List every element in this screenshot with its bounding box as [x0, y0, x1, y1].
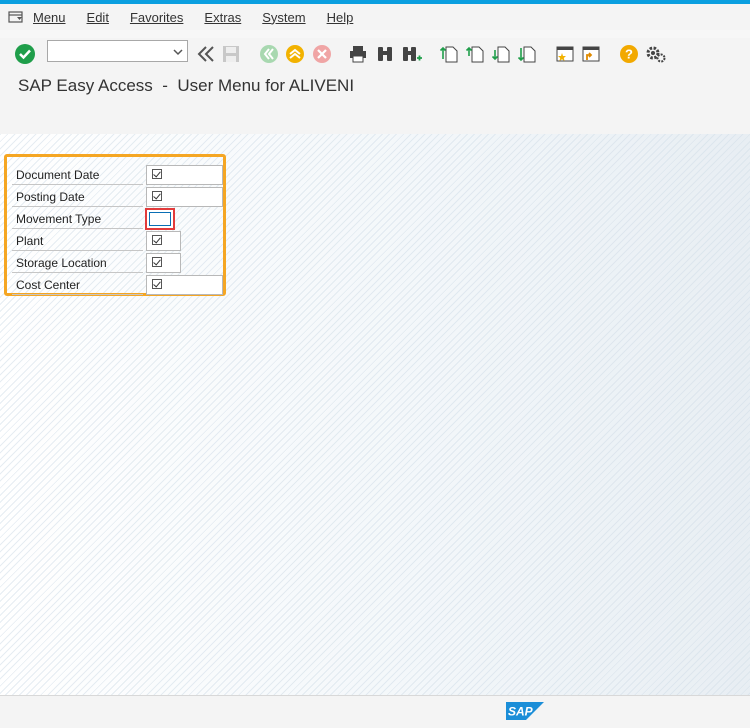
- focus-frame: [149, 212, 171, 226]
- field-label: Posting Date: [12, 187, 143, 207]
- cancel-icon[interactable]: [312, 42, 332, 66]
- menu-item-extras[interactable]: Extras: [204, 10, 241, 25]
- posting-date-checkbox-field[interactable]: [146, 187, 223, 207]
- checkbox-checked-icon[interactable]: [152, 191, 162, 201]
- print-icon[interactable]: [348, 42, 368, 66]
- previous-page-icon[interactable]: [465, 42, 485, 66]
- menu-item-system[interactable]: System: [262, 10, 305, 25]
- enter-icon[interactable]: [14, 42, 36, 66]
- shortcut-icon[interactable]: [581, 42, 601, 66]
- back-green-icon[interactable]: [259, 42, 279, 66]
- field-label: Document Date: [12, 165, 143, 185]
- find-next-icon[interactable]: [401, 42, 423, 66]
- application-toolbar: [0, 102, 750, 135]
- command-field[interactable]: [47, 40, 188, 62]
- menu-item-edit[interactable]: Edit: [87, 10, 109, 25]
- exit-icon[interactable]: [285, 42, 305, 66]
- plant-checkbox-field[interactable]: [146, 231, 181, 251]
- menu-item-label: Favorites: [129, 9, 184, 25]
- new-session-icon[interactable]: [555, 42, 575, 66]
- menu-item-label: System: [262, 9, 306, 25]
- menu-item-label: Edit: [86, 9, 109, 25]
- settings-icon[interactable]: [645, 42, 667, 66]
- find-icon[interactable]: [375, 42, 395, 66]
- menu-item-label: Help: [326, 9, 354, 25]
- title-bar: SAP Easy Access - User Menu for ALIVENI: [0, 70, 750, 102]
- menu-toggle-icon[interactable]: [8, 11, 24, 23]
- field-label: Storage Location: [12, 253, 143, 273]
- storage-location-checkbox-field[interactable]: [146, 253, 181, 273]
- checkbox-checked-icon[interactable]: [152, 279, 162, 289]
- menu-item-help[interactable]: Help: [327, 10, 354, 25]
- field-label: Movement Type: [12, 209, 143, 229]
- cost-center-checkbox-field[interactable]: [146, 275, 223, 295]
- movement-type-checkbox-field[interactable]: [145, 208, 175, 230]
- svg-text:?: ?: [625, 47, 633, 62]
- menu-item-menu[interactable]: Menu: [33, 10, 66, 25]
- help-icon[interactable]: ?: [619, 42, 639, 66]
- status-bar: [0, 695, 750, 728]
- sap-logo-text: SAP: [508, 705, 534, 719]
- first-page-icon[interactable]: [439, 42, 459, 66]
- menu-item-favorites[interactable]: Favorites: [130, 10, 183, 25]
- save-icon[interactable]: [221, 42, 241, 66]
- field-label: Plant: [12, 231, 143, 251]
- next-page-icon[interactable]: [491, 42, 511, 66]
- checkbox-checked-icon[interactable]: [152, 169, 162, 179]
- page-title: SAP Easy Access - User Menu for ALIVENI: [18, 76, 355, 95]
- checkbox-checked-icon[interactable]: [152, 257, 162, 267]
- menu-item-label: Extras: [204, 9, 242, 25]
- back-icon[interactable]: [196, 42, 216, 66]
- menu-item-label: Menu: [33, 9, 66, 25]
- field-label: Cost Center: [12, 275, 143, 295]
- chevron-down-icon[interactable]: [173, 45, 183, 63]
- checkbox-checked-icon[interactable]: [152, 235, 162, 245]
- sap-logo: SAP: [506, 702, 544, 720]
- document-date-checkbox-field[interactable]: [146, 165, 223, 185]
- last-page-icon[interactable]: [517, 42, 537, 66]
- menu-bar: Menu Edit Favorites Extras System Help: [0, 4, 750, 30]
